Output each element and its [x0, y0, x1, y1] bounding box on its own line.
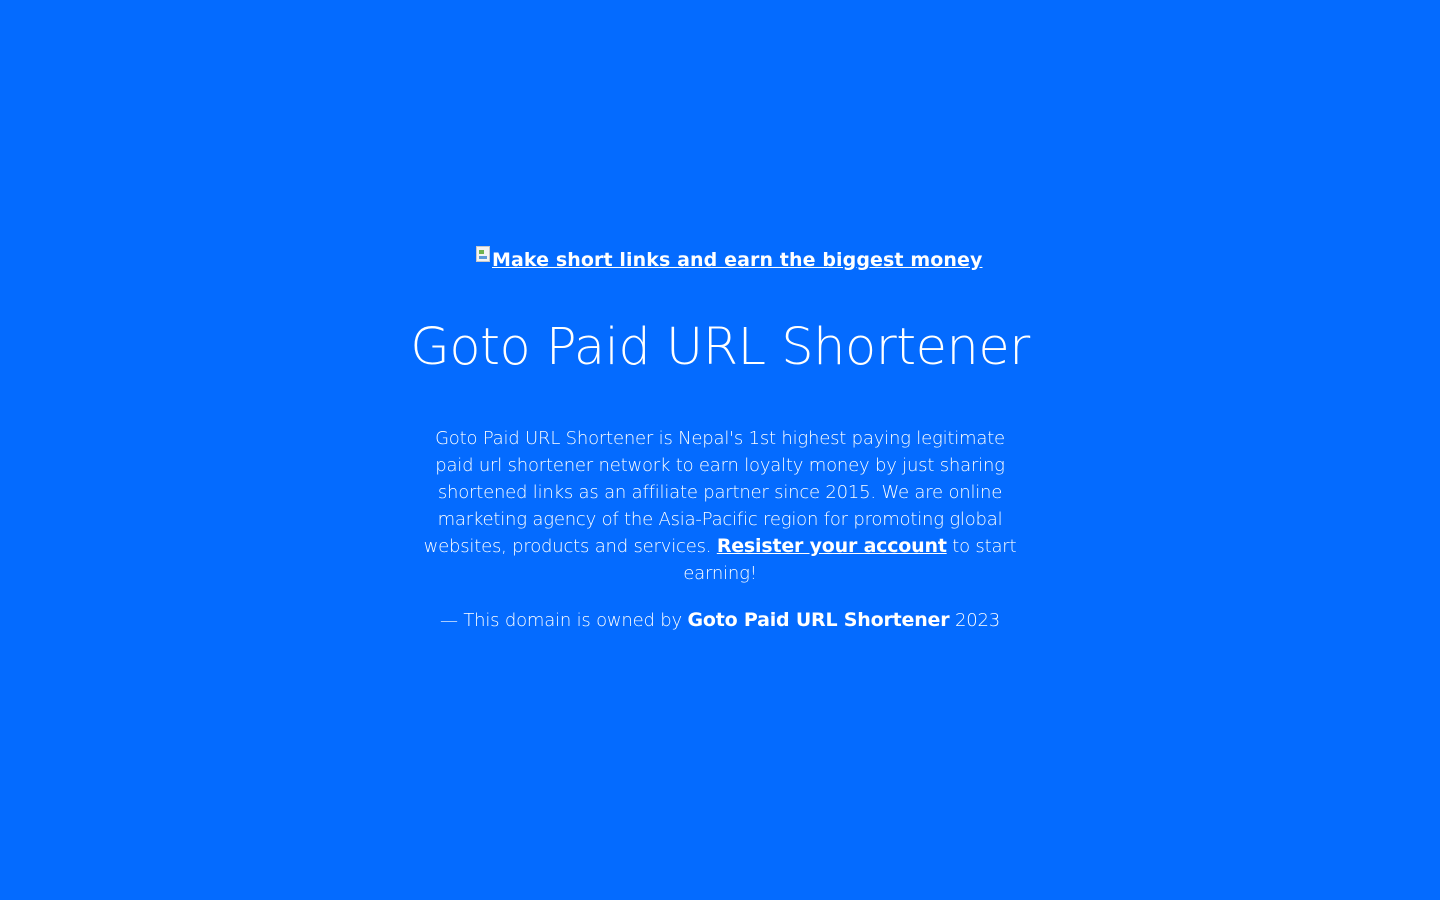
page-title: Goto Paid URL Shortener	[410, 318, 1030, 377]
owner-year: 2023	[954, 610, 1000, 631]
owner-prefix: — This domain is owned by	[440, 610, 682, 631]
description-paragraph: Goto Paid URL Shortener is Nepal's 1st h…	[420, 425, 1020, 587]
owner-name: Goto Paid URL Shortener	[687, 609, 950, 631]
register-account-link[interactable]: Resister your account	[717, 535, 947, 557]
logo-alt-text: Make short links and earn the biggest mo…	[492, 249, 983, 271]
logo-link[interactable]: Make short links and earn the biggest mo…	[476, 246, 982, 274]
landing-page: Make short links and earn the biggest mo…	[0, 0, 1440, 900]
domain-owner-line: — This domain is owned by Goto Paid URL …	[0, 607, 1440, 634]
broken-image-icon	[476, 246, 490, 262]
